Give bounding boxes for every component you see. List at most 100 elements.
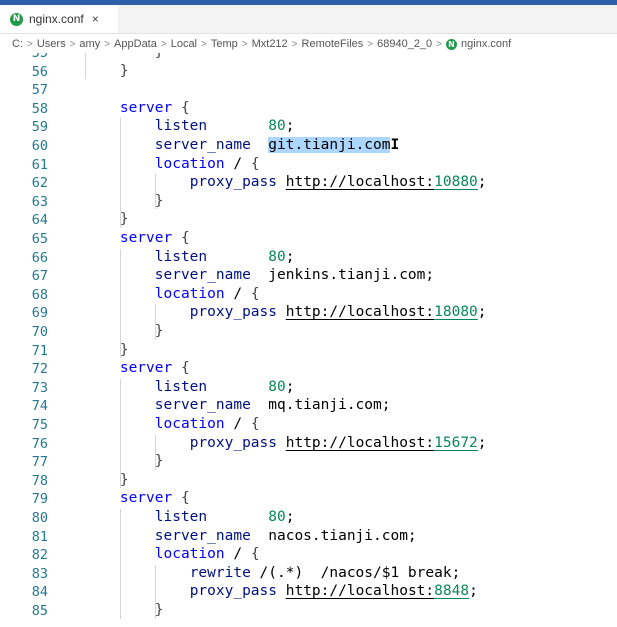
line-number: 74	[31, 398, 48, 415]
code-text: }	[154, 192, 164, 209]
code-line[interactable]: 60 server_name git.tianji.comI	[0, 137, 617, 156]
code-text: proxy_pass http://localhost:10880;	[189, 174, 487, 191]
line-number: 82	[31, 547, 48, 564]
code-line[interactable]: 57	[0, 81, 617, 100]
close-icon[interactable]: ×	[92, 12, 99, 26]
code-line[interactable]: 67 server_name jenkins.tianji.com;	[0, 267, 617, 286]
code-text: location / {	[154, 155, 260, 172]
breadcrumb-separator: >	[160, 38, 167, 50]
nginx-file-icon: N	[446, 38, 458, 50]
code-line[interactable]: 76 proxy_pass http://localhost:15672;	[0, 435, 617, 454]
line-number: 85	[31, 603, 48, 619]
line-number: 69	[31, 305, 48, 322]
code-text: rewrite /(.*) /nacos/$1 break;	[189, 564, 461, 581]
code-line[interactable]: 78 }	[0, 472, 617, 491]
code-line[interactable]: 77 }	[0, 453, 617, 472]
line-number: 55	[31, 53, 48, 61]
breadcrumb-segment[interactable]: 68940_2_0	[377, 38, 432, 50]
code-line[interactable]: 58 server {	[0, 100, 617, 119]
code-text: }	[154, 602, 164, 618]
breadcrumb-separator: >	[367, 38, 374, 50]
code-text: server_name jenkins.tianji.com;	[154, 267, 435, 284]
indent-guide	[154, 564, 156, 619]
breadcrumb-file[interactable]: nginx.conf	[461, 38, 511, 50]
code-line[interactable]: 81 server_name nacos.tianji.com;	[0, 528, 617, 547]
tab-nginx-conf[interactable]: N nginx.conf ×	[0, 5, 118, 33]
indent-guide	[84, 53, 86, 80]
code-line[interactable]: 85 }	[0, 602, 617, 621]
code-text: }	[119, 341, 129, 358]
line-number: 68	[31, 286, 48, 303]
breadcrumb-segment[interactable]: Temp	[211, 38, 238, 50]
code-line[interactable]: 74 server_name mq.tianji.com;	[0, 397, 617, 416]
code-text: location / {	[154, 285, 260, 302]
line-number: 84	[31, 584, 48, 601]
code-line[interactable]: 75 location / {	[0, 416, 617, 435]
code-line[interactable]: 80 listen 80;	[0, 509, 617, 528]
line-number: 70	[31, 324, 48, 340]
line-number: 66	[31, 249, 48, 266]
indent-guide	[119, 248, 121, 359]
code-line[interactable]: 71 }	[0, 342, 617, 361]
code-line[interactable]: 56 }	[0, 63, 617, 82]
line-number: 57	[31, 82, 48, 99]
line-number: 83	[31, 565, 48, 582]
code-text: location / {	[154, 546, 260, 563]
breadcrumb-separator: >	[27, 38, 33, 50]
indent-guide	[119, 378, 121, 489]
code-line[interactable]: 59 listen 80;	[0, 118, 617, 137]
text-cursor-icon: I	[390, 137, 400, 153]
line-number: 77	[31, 454, 48, 471]
code-line[interactable]: 73 listen 80;	[0, 379, 617, 398]
line-number: 56	[31, 63, 48, 80]
code-line[interactable]: 69 proxy_pass http://localhost:18080;	[0, 304, 617, 323]
code-line[interactable]: 82 location / {	[0, 546, 617, 565]
code-text: listen 80;	[154, 248, 295, 265]
code-line[interactable]: 66 listen 80;	[0, 249, 617, 268]
line-number: 72	[31, 361, 48, 378]
breadcrumb-segment[interactable]: Local	[171, 38, 197, 50]
code-text: server_name mq.tianji.com;	[154, 397, 391, 414]
code-text: listen 80;	[154, 118, 295, 135]
indent-guide	[154, 434, 156, 470]
breadcrumb-segment[interactable]: AppData	[114, 38, 157, 50]
code-line[interactable]: 70 }	[0, 323, 617, 342]
breadcrumb-segment[interactable]: Users	[37, 38, 66, 50]
code-line[interactable]: 84 proxy_pass http://localhost:8848;	[0, 583, 617, 602]
code-text: listen 80;	[154, 509, 295, 525]
line-number: 59	[31, 119, 48, 136]
code-editor[interactable]: 55 }56 }5758 server {59 listen 80;60 ser…	[0, 53, 617, 627]
breadcrumb-segment[interactable]: amy	[79, 38, 100, 50]
code-text: }	[154, 453, 164, 470]
code-line[interactable]: 63 }	[0, 193, 617, 212]
breadcrumb-segment[interactable]: RemoteFiles	[302, 38, 364, 50]
breadcrumb: C: > Users > amy > AppData > Local > Temp > Mxt212 > R…	[12, 36, 511, 52]
breadcrumb-segment[interactable]: Mxt212	[252, 38, 288, 50]
code-line[interactable]: 61 location / {	[0, 156, 617, 175]
code-text: }	[50, 53, 164, 60]
indent-guide	[119, 509, 121, 619]
code-line[interactable]: 68 location / {	[0, 286, 617, 305]
code-text: }	[154, 323, 164, 339]
breadcrumb-separator: >	[69, 38, 76, 50]
line-number: 65	[31, 231, 48, 247]
code-line[interactable]: 64 }	[0, 211, 617, 230]
line-number: 71	[31, 342, 48, 359]
code-line[interactable]: 62 proxy_pass http://localhost:10880;	[0, 174, 617, 193]
code-text: server {	[119, 99, 190, 116]
code-line[interactable]: 55 }	[0, 53, 617, 63]
breadcrumb-segment[interactable]: C:	[12, 38, 23, 50]
line-number: 61	[31, 156, 48, 173]
code-line[interactable]: 65 server {	[0, 230, 617, 249]
code-line[interactable]: 72 server {	[0, 360, 617, 379]
line-number: 81	[31, 528, 48, 545]
code-line[interactable]: 83 rewrite /(.*) /nacos/$1 break;	[0, 565, 617, 584]
indent-guide	[154, 304, 156, 340]
line-number: 80	[31, 510, 48, 526]
code-text: server {	[119, 360, 190, 377]
line-number: 62	[31, 175, 48, 192]
nginx-file-icon: N	[10, 12, 23, 26]
line-number: 64	[31, 212, 48, 229]
code-text: }	[119, 62, 129, 79]
code-line[interactable]: 79 server {	[0, 490, 617, 509]
